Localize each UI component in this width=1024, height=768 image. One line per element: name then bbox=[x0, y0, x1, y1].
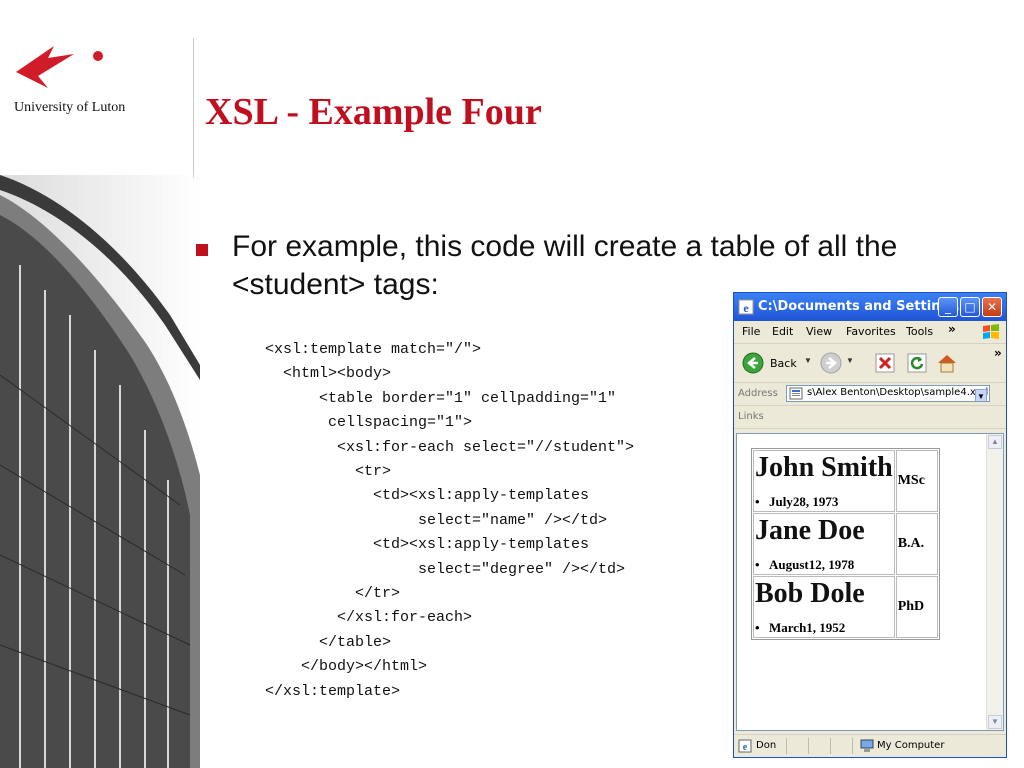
svg-text:e: e bbox=[743, 742, 748, 753]
menu-view[interactable]: View bbox=[806, 325, 832, 338]
bullet-icon: • bbox=[755, 620, 760, 635]
scroll-down-icon[interactable]: ▼ bbox=[988, 715, 1002, 729]
zone-text: My Computer bbox=[877, 740, 945, 751]
status-divider bbox=[830, 738, 831, 754]
back-dropdown-icon[interactable]: ▼ bbox=[804, 356, 812, 365]
bullet-marker bbox=[196, 244, 208, 256]
address-label: Address bbox=[738, 388, 778, 399]
refresh-icon[interactable] bbox=[906, 352, 928, 374]
menu-overflow-button[interactable]: » bbox=[948, 322, 956, 336]
toolbar: Back ▼ ▼ » bbox=[734, 344, 1006, 383]
status-divider bbox=[852, 738, 853, 754]
logo-arrow-icon bbox=[16, 46, 103, 88]
logo-text: University of Luton bbox=[14, 100, 126, 115]
header-divider bbox=[193, 38, 194, 178]
student-degree: MSc bbox=[895, 450, 938, 512]
svg-text:e: e bbox=[743, 301, 749, 315]
name-cell: Jane Doe • August12, 1978 bbox=[753, 513, 895, 575]
window-title: C:\Documents and Setting... bbox=[758, 299, 965, 314]
university-logo: University of Luton bbox=[14, 40, 184, 120]
student-dob: • July28, 1973 bbox=[755, 494, 893, 510]
student-degree: PhD bbox=[895, 576, 938, 638]
status-text: Don bbox=[756, 740, 777, 751]
status-divider bbox=[808, 738, 809, 754]
building-photo bbox=[0, 175, 200, 768]
computer-icon bbox=[860, 739, 874, 752]
address-input[interactable]: s\Alex Benton\Desktop\sample4.xml ▼ bbox=[786, 385, 990, 402]
windows-flag-icon bbox=[983, 324, 999, 339]
student-dob-text: August12, 1978 bbox=[769, 557, 855, 572]
menu-bar: File Edit View Favorites Tools » bbox=[734, 321, 1006, 344]
menu-edit[interactable]: Edit bbox=[772, 325, 793, 338]
table-row: Jane Doe • August12, 1978 B.A. bbox=[753, 513, 938, 575]
menu-file[interactable]: File bbox=[742, 325, 760, 338]
address-bar: Address s\Alex Benton\Desktop\sample4.xm… bbox=[734, 383, 1006, 406]
student-name: John Smith bbox=[755, 452, 893, 483]
title-bar[interactable]: e C:\Documents and Setting... _ □ ✕ bbox=[734, 293, 1006, 321]
page-status-icon: e bbox=[738, 739, 752, 753]
address-value: s\Alex Benton\Desktop\sample4.xml bbox=[807, 387, 989, 398]
address-dropdown-icon[interactable]: ▼ bbox=[975, 389, 987, 401]
status-divider bbox=[786, 738, 787, 754]
student-name: Bob Dole bbox=[755, 578, 865, 609]
links-bar: Links bbox=[734, 406, 1006, 429]
student-dob: • August12, 1978 bbox=[755, 557, 893, 573]
toolbar-overflow-button[interactable]: » bbox=[994, 346, 1002, 360]
ie-icon: e bbox=[738, 299, 754, 315]
bullet-icon: • bbox=[755, 494, 760, 509]
menu-tools[interactable]: Tools bbox=[906, 325, 933, 338]
page-icon bbox=[789, 387, 803, 400]
back-button-label[interactable]: Back bbox=[770, 357, 797, 370]
menu-favorites[interactable]: Favorites bbox=[846, 325, 896, 338]
table-row: John Smith • July28, 1973 MSc bbox=[753, 450, 938, 512]
student-degree: B.A. bbox=[895, 513, 938, 575]
page-content: John Smith • July28, 1973 MSc Jane Doe • A… bbox=[736, 433, 1004, 731]
student-name: Jane Doe bbox=[755, 515, 865, 546]
browser-window: e C:\Documents and Setting... _ □ ✕ File… bbox=[733, 292, 1007, 758]
links-label[interactable]: Links bbox=[738, 411, 764, 422]
maximize-button[interactable]: □ bbox=[960, 297, 980, 317]
bullet-icon: • bbox=[755, 557, 760, 572]
back-icon[interactable] bbox=[742, 352, 764, 374]
code-snippet: <xsl:template match="/"> <html><body> <t… bbox=[265, 341, 635, 700]
student-dob: • March1, 1952 bbox=[755, 620, 893, 636]
forward-dropdown-icon[interactable]: ▼ bbox=[846, 356, 854, 365]
name-cell: John Smith • July28, 1973 bbox=[753, 450, 895, 512]
scroll-up-icon[interactable]: ▲ bbox=[988, 435, 1002, 449]
student-dob-text: March1, 1952 bbox=[769, 620, 846, 635]
minimize-button[interactable]: _ bbox=[938, 297, 958, 317]
slide-title: XSL - Example Four bbox=[205, 91, 542, 133]
vertical-scrollbar[interactable]: ▲ ▼ bbox=[986, 434, 1003, 730]
stop-icon[interactable] bbox=[874, 352, 896, 374]
home-icon[interactable] bbox=[936, 352, 958, 374]
student-dob-text: July28, 1973 bbox=[769, 494, 839, 509]
name-cell: Bob Dole • March1, 1952 bbox=[753, 576, 895, 638]
close-button[interactable]: ✕ bbox=[982, 297, 1002, 317]
table-row: Bob Dole • March1, 1952 PhD bbox=[753, 576, 938, 638]
student-table: John Smith • July28, 1973 MSc Jane Doe • A… bbox=[751, 448, 940, 640]
status-bar: e Don My Computer bbox=[734, 734, 1006, 757]
forward-icon[interactable] bbox=[820, 352, 842, 374]
